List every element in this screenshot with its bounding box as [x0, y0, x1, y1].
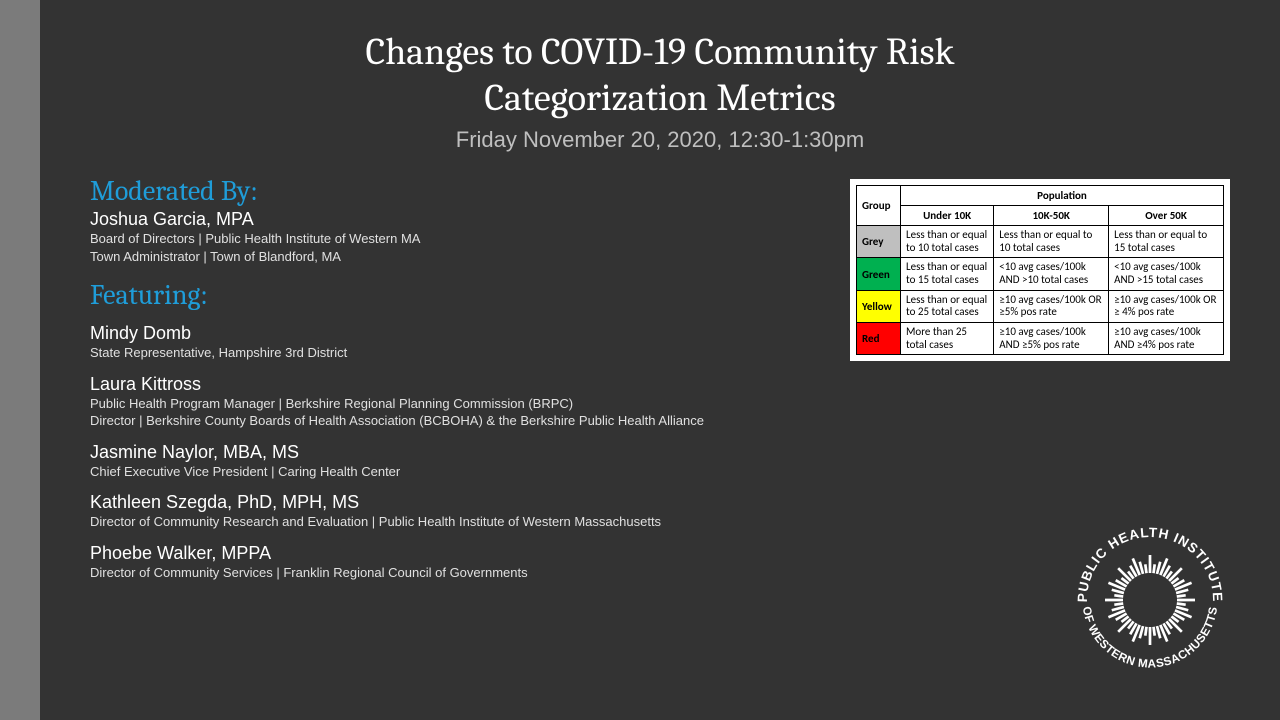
main-row: Moderated By: Joshua Garcia, MPA Board o…: [90, 173, 1230, 581]
speakers-column: Moderated By: Joshua Garcia, MPA Board o…: [90, 173, 820, 581]
speaker-role: State Representative, Hampshire 3rd Dist…: [90, 344, 820, 362]
table-cell: <10 avg cases/100k AND >10 total cases: [994, 258, 1109, 290]
moderator-name: Joshua Garcia, MPA: [90, 209, 820, 230]
group-header: Group: [857, 186, 901, 226]
table-cell: ≥10 avg cases/100k AND ≥4% pos rate: [1109, 323, 1224, 355]
table-col-header: Under 10K: [901, 206, 994, 226]
table-col-header: Over 50K: [1109, 206, 1224, 226]
featuring-header: Featuring:: [90, 279, 820, 311]
speaker-role: Chief Executive Vice President | Caring …: [90, 463, 820, 481]
table-cell: ≥10 avg cases/100k AND ≥5% pos rate: [994, 323, 1109, 355]
table-row: YellowLess than or equal to 25 total cas…: [857, 290, 1224, 322]
group-cell: Red: [857, 323, 901, 355]
moderator-role-1: Board of Directors | Public Health Insti…: [90, 230, 820, 248]
table-row: GreenLess than or equal to 15 total case…: [857, 258, 1224, 290]
table-cell: Less than or equal to 10 total cases: [994, 226, 1109, 258]
group-cell: Green: [857, 258, 901, 290]
slide-content: Changes to COVID-19 Community Risk Categ…: [40, 0, 1280, 720]
title-line-2: Categorization Metrics: [484, 76, 835, 120]
speaker-name: Jasmine Naylor, MBA, MS: [90, 442, 820, 463]
table-cell: Less than or equal to 15 total cases: [901, 258, 994, 290]
table-cell: Less than or equal to 15 total cases: [1109, 226, 1224, 258]
left-accent-bar: [0, 0, 40, 720]
slide-subtitle: Friday November 20, 2020, 12:30-1:30pm: [90, 127, 1230, 153]
speaker-name: Kathleen Szegda, PhD, MPH, MS: [90, 492, 820, 513]
table-cell: ≥10 avg cases/100k OR ≥5% pos rate: [994, 290, 1109, 322]
speakers-list: Mindy DombState Representative, Hampshir…: [90, 323, 820, 581]
table-cell: <10 avg cases/100k AND >15 total cases: [1109, 258, 1224, 290]
population-header: Population: [901, 186, 1224, 206]
group-cell: Yellow: [857, 290, 901, 322]
table-row: RedMore than 25 total cases≥10 avg cases…: [857, 323, 1224, 355]
phi-logo: PUBLIC HEALTH INSTITUTE OF WESTERN MASSA…: [1060, 510, 1240, 690]
speaker-role: Director of Community Services | Frankli…: [90, 564, 820, 582]
moderator-role-2: Town Administrator | Town of Blandford, …: [90, 248, 820, 266]
speaker-name: Laura Kittross: [90, 374, 820, 395]
speaker-role: Public Health Program Manager | Berkshir…: [90, 395, 820, 413]
speaker-name: Phoebe Walker, MPPA: [90, 543, 820, 564]
slide-title: Changes to COVID-19 Community Risk Categ…: [90, 30, 1230, 121]
risk-table-wrap: Group Population Under 10K10K-50KOver 50…: [850, 179, 1230, 361]
featuring-block: Featuring: Mindy DombState Representativ…: [90, 279, 820, 581]
speaker-role: Director of Community Research and Evalu…: [90, 513, 820, 531]
group-cell: Grey: [857, 226, 901, 258]
table-col-header: 10K-50K: [994, 206, 1109, 226]
speaker-role: Director | Berkshire County Boards of He…: [90, 412, 820, 430]
risk-table: Group Population Under 10K10K-50KOver 50…: [856, 185, 1224, 355]
moderated-by-header: Moderated By:: [90, 175, 820, 207]
table-cell: More than 25 total cases: [901, 323, 994, 355]
table-cell: Less than or equal to 25 total cases: [901, 290, 994, 322]
table-row: GreyLess than or equal to 10 total cases…: [857, 226, 1224, 258]
table-cell: ≥10 avg cases/100k OR ≥ 4% pos rate: [1109, 290, 1224, 322]
table-cell: Less than or equal to 10 total cases: [901, 226, 994, 258]
speaker-name: Mindy Domb: [90, 323, 820, 344]
title-line-1: Changes to COVID-19 Community Risk: [366, 30, 955, 74]
